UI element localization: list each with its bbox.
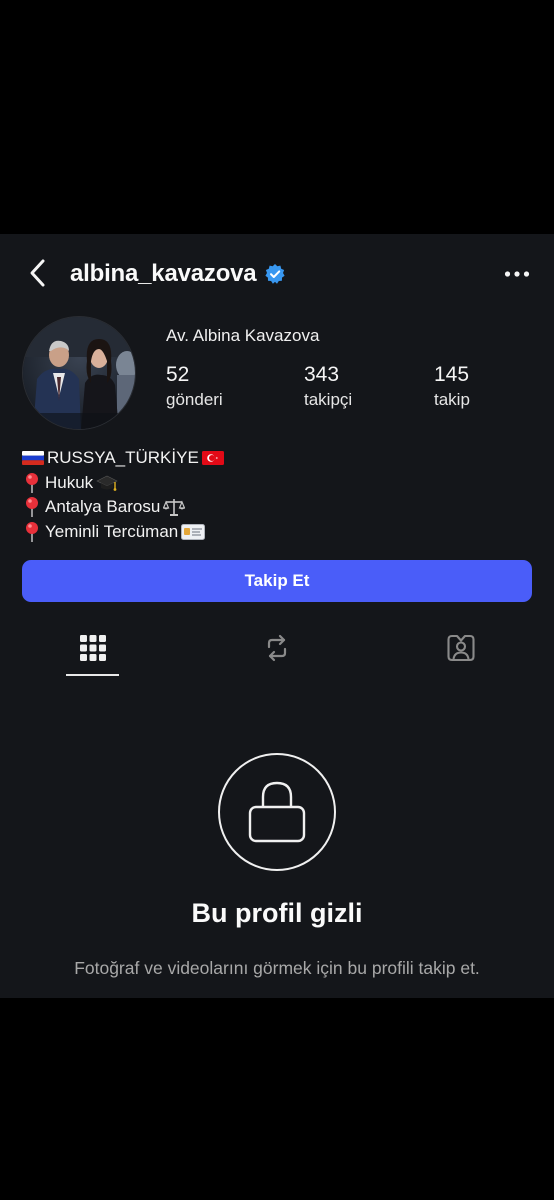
bio-text: Yeminli Tercüman xyxy=(45,521,179,541)
follow-button[interactable]: Takip Et xyxy=(22,560,532,602)
pin-icon xyxy=(22,521,42,543)
pin-icon xyxy=(22,472,42,494)
followers-stat[interactable]: 343 takipçi xyxy=(304,362,352,412)
bio-text: RUSSYA_TÜRKİYE xyxy=(47,448,199,467)
bio-line: Yeminli Tercüman xyxy=(22,520,224,545)
profile-tabs xyxy=(0,626,554,678)
bio-line: RUSSYA_TÜRKİYE xyxy=(22,446,224,471)
tagged-icon xyxy=(447,634,475,662)
display-name: Av. Albina Kavazova xyxy=(166,326,320,345)
active-tab-indicator xyxy=(66,674,119,676)
following-stat[interactable]: 145 takip xyxy=(434,362,470,412)
bio-text: Antalya Barosu xyxy=(45,497,161,516)
followers-label: takipçi xyxy=(304,390,353,409)
bio-line: Hukuk xyxy=(22,471,224,496)
back-button[interactable] xyxy=(22,256,52,290)
pin-icon xyxy=(22,496,42,518)
posts-count: 52 xyxy=(166,363,190,386)
username: albina_kavazova xyxy=(70,260,257,287)
lock-icon xyxy=(248,781,306,843)
profile-avatar[interactable] xyxy=(22,316,136,430)
following-label: takip xyxy=(434,390,470,409)
posts-label: gönderi xyxy=(166,390,223,409)
grid-icon xyxy=(80,635,106,661)
graduation-cap-icon xyxy=(96,474,118,492)
tab-posts-grid[interactable] xyxy=(66,626,120,670)
russia-flag-icon xyxy=(22,451,44,466)
tab-reposts[interactable] xyxy=(250,626,304,670)
turkey-flag-icon xyxy=(201,451,224,466)
reposts-icon xyxy=(267,634,287,662)
tab-tagged[interactable] xyxy=(434,626,488,670)
profile-header: albina_kavazova xyxy=(0,234,554,312)
verified-badge-icon xyxy=(264,263,286,285)
private-profile-description: Fotoğraf ve videolarını görmek için bu p… xyxy=(74,958,480,978)
scales-icon xyxy=(163,497,186,517)
chevron-left-icon xyxy=(30,259,45,287)
more-horizontal-icon xyxy=(504,271,530,277)
following-count: 145 xyxy=(434,363,470,386)
private-lock-badge xyxy=(218,753,336,871)
bio-line: Antalya Barosu xyxy=(22,495,224,520)
bio-text: Hukuk xyxy=(45,472,94,492)
profile-screen: albina_kavazova Av. Albina Kavazova 52 g… xyxy=(0,234,554,998)
more-options-button[interactable] xyxy=(502,262,532,286)
followers-count: 343 xyxy=(304,363,340,386)
bio: RUSSYA_TÜRKİYE Hukuk Antalya Barosu Yemi… xyxy=(22,446,224,544)
posts-stat[interactable]: 52 gönderi xyxy=(166,362,223,412)
avatar-photo xyxy=(23,317,135,429)
private-profile-title: Bu profil gizli xyxy=(191,898,363,928)
id-card-icon xyxy=(181,523,206,540)
username-container: albina_kavazova xyxy=(70,258,286,290)
